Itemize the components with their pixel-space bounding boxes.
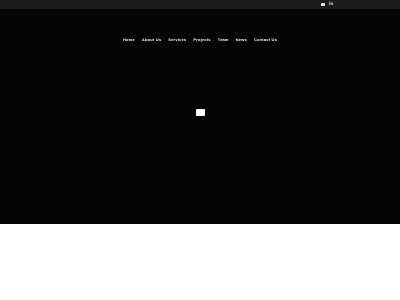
linkedin-icon[interactable]: in (329, 2, 333, 6)
hero-center-button[interactable] (196, 109, 205, 116)
hero-section: Home About Us Services Projects Team New… (0, 9, 400, 224)
top-bar: in (0, 0, 400, 9)
nav-item-news[interactable]: News (236, 37, 247, 42)
nav-item-projects[interactable]: Projects (193, 37, 210, 42)
nav-item-contact-us[interactable]: Contact Us (254, 37, 277, 42)
nav-item-home[interactable]: Home (123, 37, 135, 42)
nav-item-about-us[interactable]: About Us (142, 37, 161, 42)
topbar-social-links: in (321, 2, 333, 6)
main-navigation: Home About Us Services Projects Team New… (0, 37, 400, 42)
nav-item-team[interactable]: Team (218, 37, 229, 42)
nav-item-services[interactable]: Services (168, 37, 186, 42)
mail-icon[interactable] (321, 2, 325, 6)
content-area (0, 224, 400, 300)
